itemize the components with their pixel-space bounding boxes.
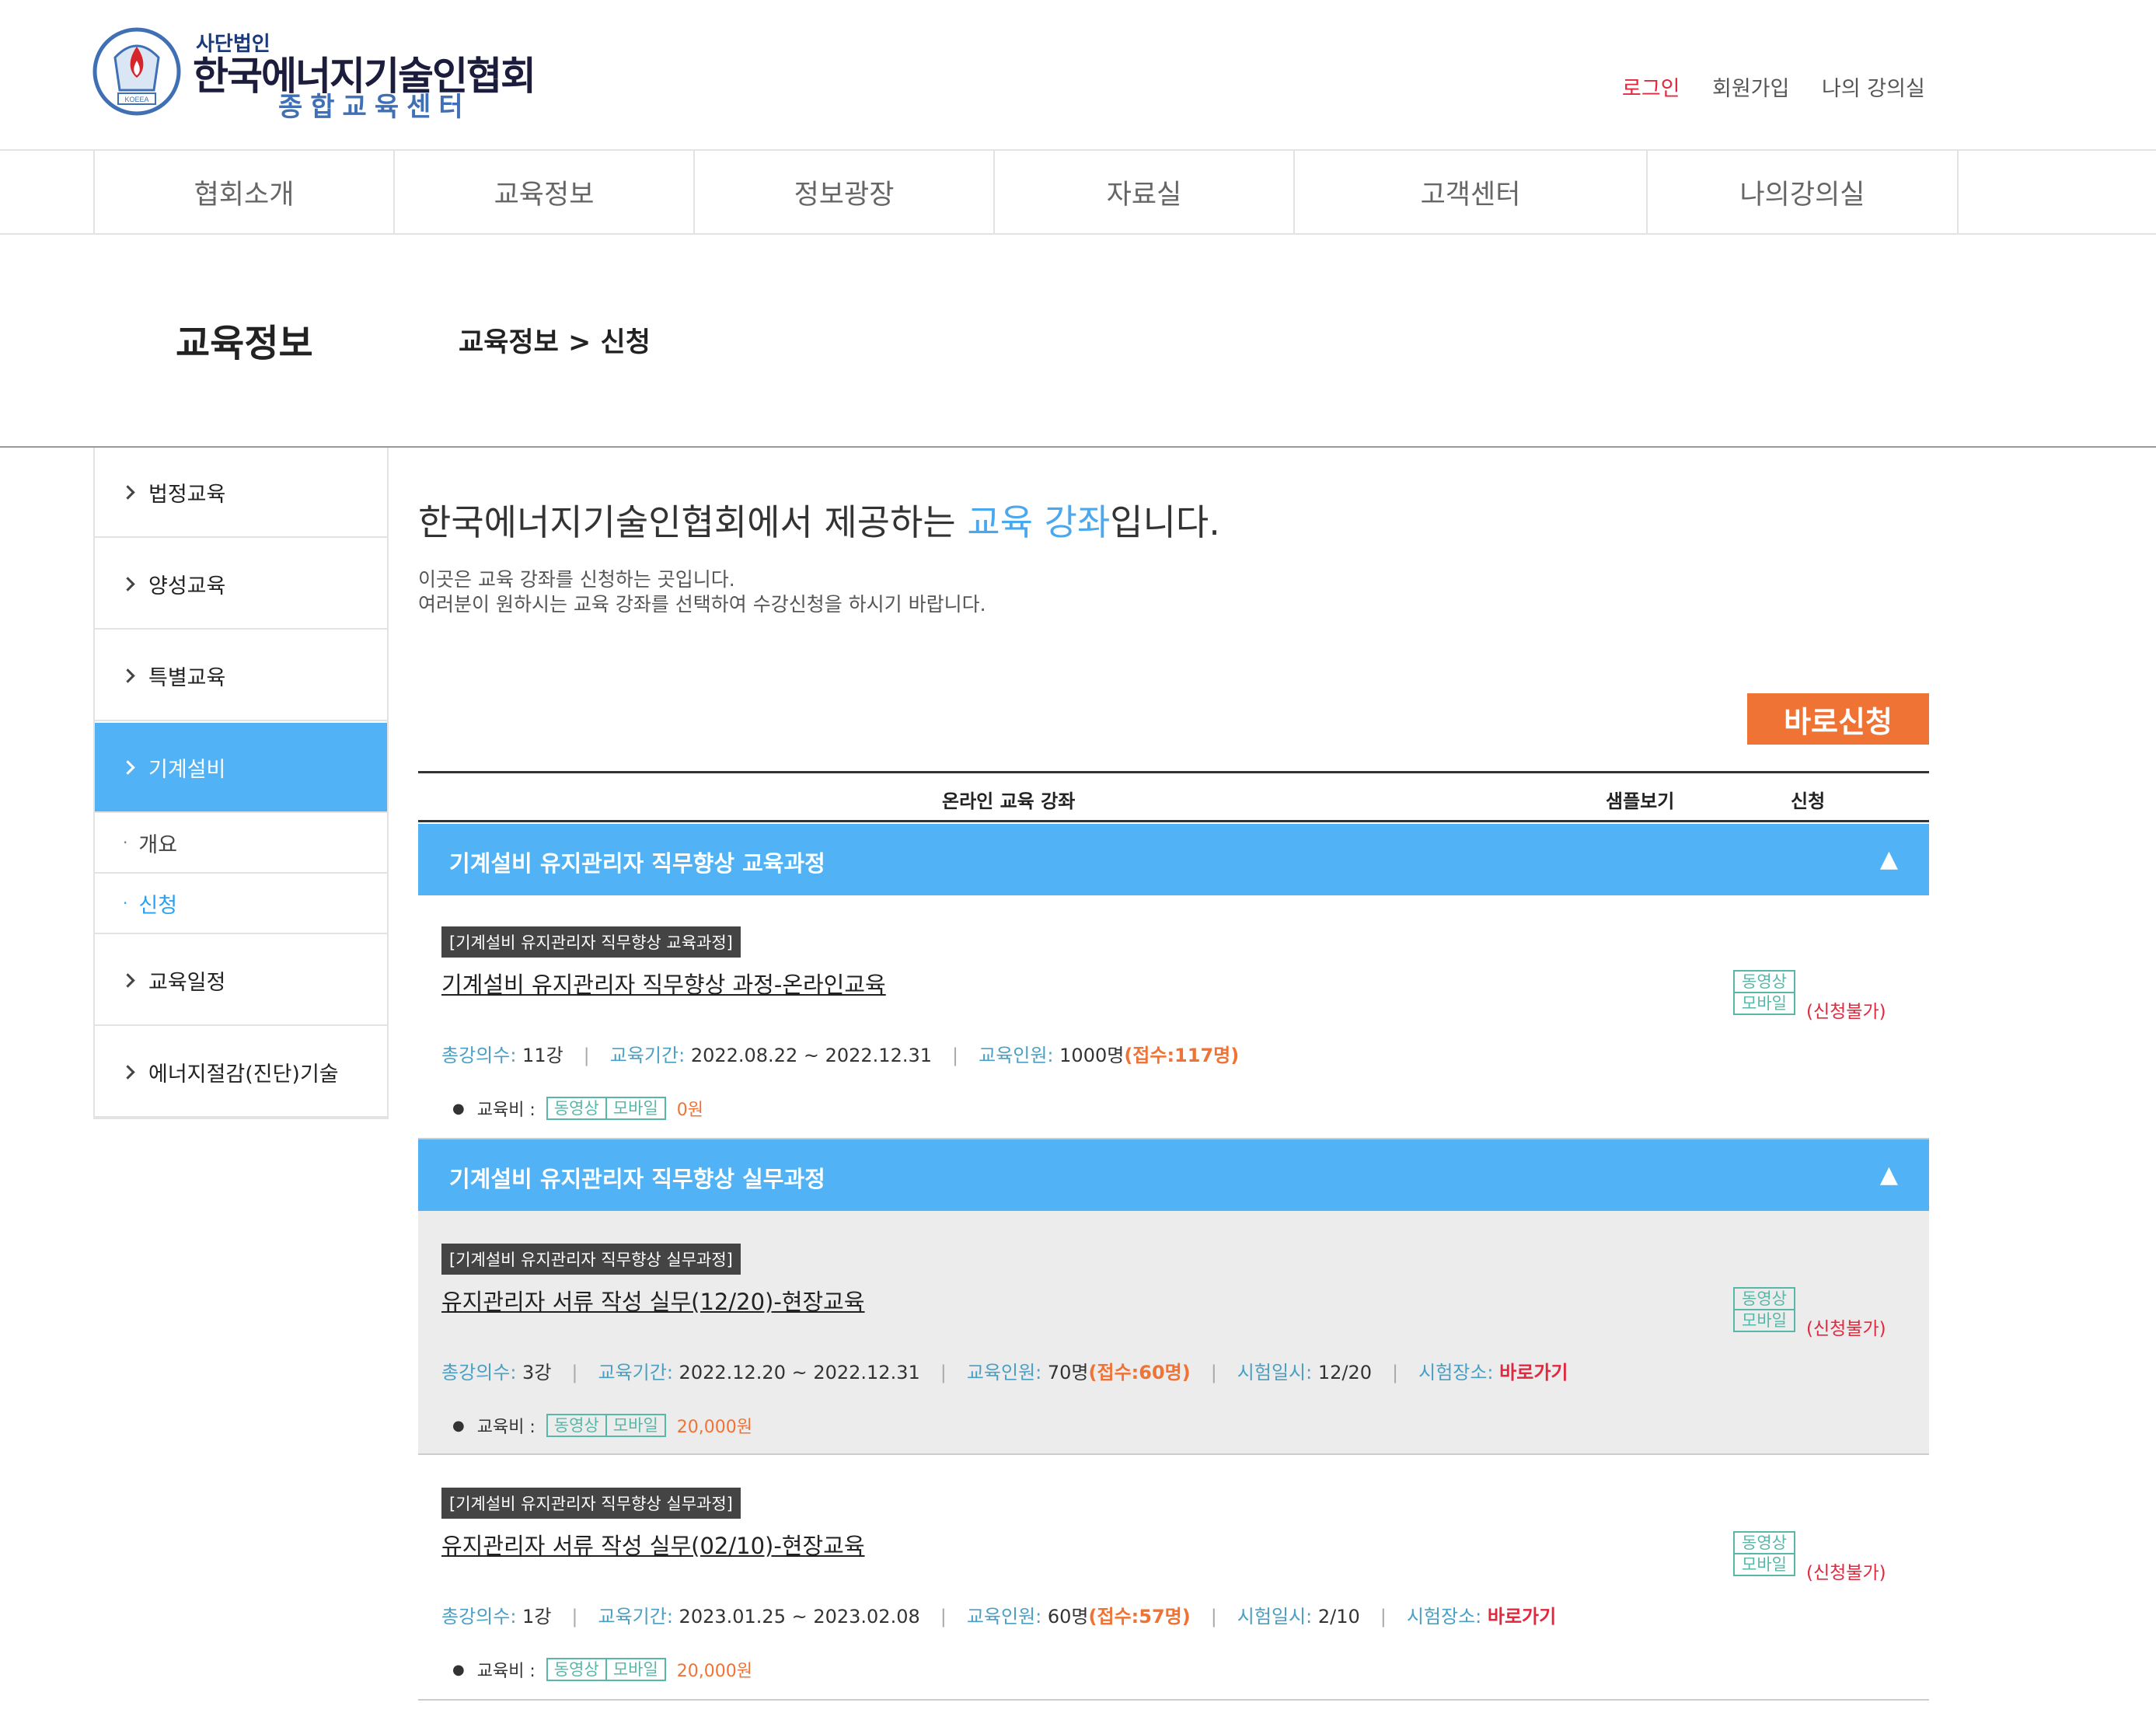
course-row: [기계설비 유지관리자 직무향상 교육과정] 기계설비 유지관리자 직무향상 과…	[418, 895, 1929, 1139]
nav-my-classroom[interactable]: 나의강의실	[1646, 151, 1959, 233]
column-sample: 샘플보기	[1606, 790, 1675, 812]
brand-center: 종합교육센터	[278, 92, 471, 123]
nav-customer-center[interactable]: 고객센터	[1293, 151, 1646, 233]
nav-about[interactable]: 협회소개	[93, 151, 393, 233]
login-link[interactable]: 로그인	[1622, 72, 1680, 102]
sample-video-button[interactable]: 동영상	[1733, 1531, 1795, 1554]
exam-place-link[interactable]: 바로가기	[1488, 1606, 1556, 1628]
sample-video-button[interactable]: 동영상	[1733, 1287, 1795, 1310]
course-meta: 총강의수: 3강 | 교육기간: 2022.12.20 ~ 2022.12.31 | 교…	[441, 1362, 1568, 1383]
course-fee: ● 교육비 : 동영상 모바일 0원	[452, 1096, 703, 1121]
course-meta: 총강의수: 11강 | 교육기간: 2022.08.22 ~ 2022.12.31 |…	[441, 1045, 1240, 1066]
exam-place-link[interactable]: 바로가기	[1499, 1362, 1568, 1383]
collapse-icon[interactable]: ▲	[1880, 1161, 1898, 1188]
site-logo[interactable]: KOEEA 사단법인 한국에너지기술인협회 종합교육센터	[92, 26, 561, 123]
dot-icon: ·	[123, 894, 128, 912]
mobile-badge: 모바일	[605, 1658, 666, 1681]
sidebar-item-legal[interactable]: 법정교육	[95, 448, 387, 538]
column-apply: 신청	[1791, 790, 1826, 812]
dot-icon: ·	[123, 833, 128, 852]
sample-mobile-button[interactable]: 모바일	[1733, 1310, 1795, 1332]
unavailable-status: (신청불가)	[1806, 1002, 1886, 1022]
chevron-right-icon	[120, 972, 135, 988]
sample-mobile-button[interactable]: 모바일	[1733, 993, 1795, 1015]
course-title-link[interactable]: 유지관리자 서류 작성 실무(02/10)-현장교육	[441, 1528, 865, 1561]
nav-archive[interactable]: 자료실	[993, 151, 1293, 233]
sample-buttons: 동영상 모바일	[1733, 1287, 1795, 1332]
description-line-2: 여러분이 원하시는 교육 강좌를 선택하여 수강신청을 하시기 바랍니다.	[418, 593, 986, 616]
breadcrumb: 교육정보 > 신청	[459, 327, 651, 358]
chevron-right-icon	[120, 576, 135, 591]
sample-mobile-button[interactable]: 모바일	[1733, 1554, 1795, 1576]
chevron-right-icon	[120, 668, 135, 683]
group-title: 기계설비 유지관리자 직무향상 실무과정	[449, 1166, 825, 1192]
course-group-header[interactable]: 기계설비 유지관리자 직무향상 교육과정 ▲	[418, 824, 1929, 895]
course-fee: ● 교육비 : 동영상 모바일 20,000원	[452, 1413, 752, 1438]
apply-now-button[interactable]: 바로신청	[1747, 693, 1929, 745]
course-row: [기계설비 유지관리자 직무향상 실무과정] 유지관리자 서류 작성 실무(02…	[418, 1455, 1929, 1701]
sidebar-item-training[interactable]: 양성교육	[95, 539, 387, 630]
course-price: 20,000원	[676, 1418, 753, 1437]
chevron-right-icon	[120, 759, 135, 775]
chevron-right-icon	[120, 484, 135, 500]
sidebar-item-special[interactable]: 특별교육	[95, 631, 387, 721]
table-header: 온라인 교육 강좌 샘플보기 신청	[418, 771, 1929, 822]
sidebar-item-mechanical[interactable]: 기계설비	[95, 723, 387, 813]
sidebar-item-energy-saving[interactable]: 에너지절감(진단)기술	[95, 1027, 387, 1118]
course-fee: ● 교육비 : 동영상 모바일 20,000원	[452, 1657, 752, 1682]
video-badge: 동영상	[546, 1414, 606, 1437]
course-title-link[interactable]: 유지관리자 서류 작성 실무(12/20)-현장교육	[441, 1284, 865, 1317]
video-badge: 동영상	[546, 1658, 606, 1681]
collapse-icon[interactable]: ▲	[1880, 846, 1898, 873]
course-meta: 총강의수: 1강 | 교육기간: 2023.01.25 ~ 2023.02.08 | 교…	[441, 1606, 1557, 1628]
nav-info-plaza[interactable]: 정보광장	[693, 151, 993, 233]
section-title: 교육정보	[176, 322, 313, 365]
course-title-link[interactable]: 기계설비 유지관리자 직무향상 과정-온라인교육	[441, 967, 886, 1000]
main-nav: 협회소개 교육정보 정보광장 자료실 고객센터 나의강의실	[0, 149, 2156, 235]
sidebar-item-schedule[interactable]: 교육일정	[95, 936, 387, 1026]
unavailable-status: (신청불가)	[1806, 1319, 1886, 1339]
column-course: 온라인 교육 강좌	[942, 790, 1076, 812]
sample-video-button[interactable]: 동영상	[1733, 970, 1795, 993]
sidebar-sub-apply[interactable]: · 신청	[95, 874, 387, 934]
course-group-header[interactable]: 기계설비 유지관리자 직무향상 실무과정 ▲	[418, 1139, 1929, 1211]
sidebar-sub-overview[interactable]: · 개요	[95, 813, 387, 874]
emblem-icon: KOEEA	[92, 27, 181, 116]
description-line-1: 이곳은 교육 강좌를 신청하는 곳입니다.	[418, 568, 735, 591]
svg-text:KOEEA: KOEEA	[124, 96, 148, 103]
sample-buttons: 동영상 모바일	[1733, 970, 1795, 1015]
course-tag: [기계설비 유지관리자 직무향상 실무과정]	[441, 1488, 741, 1519]
group-title: 기계설비 유지관리자 직무향상 교육과정	[449, 850, 825, 877]
chevron-right-icon	[120, 1064, 135, 1080]
course-tag: [기계설비 유지관리자 직무향상 실무과정]	[441, 1244, 741, 1275]
page-headline: 한국에너지기술인협회에서 제공하는 교육 강좌입니다.	[418, 501, 1220, 543]
sidebar: 법정교육 양성교육 특별교육 기계설비 · 개요 · 신청 교육일정 에너지절감…	[93, 448, 389, 1119]
signup-link[interactable]: 회원가입	[1712, 72, 1789, 102]
nav-education-info[interactable]: 교육정보	[393, 151, 693, 233]
unavailable-status: (신청불가)	[1806, 1563, 1886, 1583]
course-row: [기계설비 유지관리자 직무향상 실무과정] 유지관리자 서류 작성 실무(12…	[418, 1211, 1929, 1455]
course-price: 20,000원	[676, 1662, 753, 1681]
course-price: 0원	[676, 1101, 704, 1120]
mobile-badge: 모바일	[605, 1414, 666, 1437]
my-classroom-link[interactable]: 나의 강의실	[1822, 72, 1925, 102]
sample-buttons: 동영상 모바일	[1733, 1531, 1795, 1576]
video-badge: 동영상	[546, 1097, 606, 1120]
course-tag: [기계설비 유지관리자 직무향상 교육과정]	[441, 926, 741, 958]
mobile-badge: 모바일	[605, 1097, 666, 1120]
